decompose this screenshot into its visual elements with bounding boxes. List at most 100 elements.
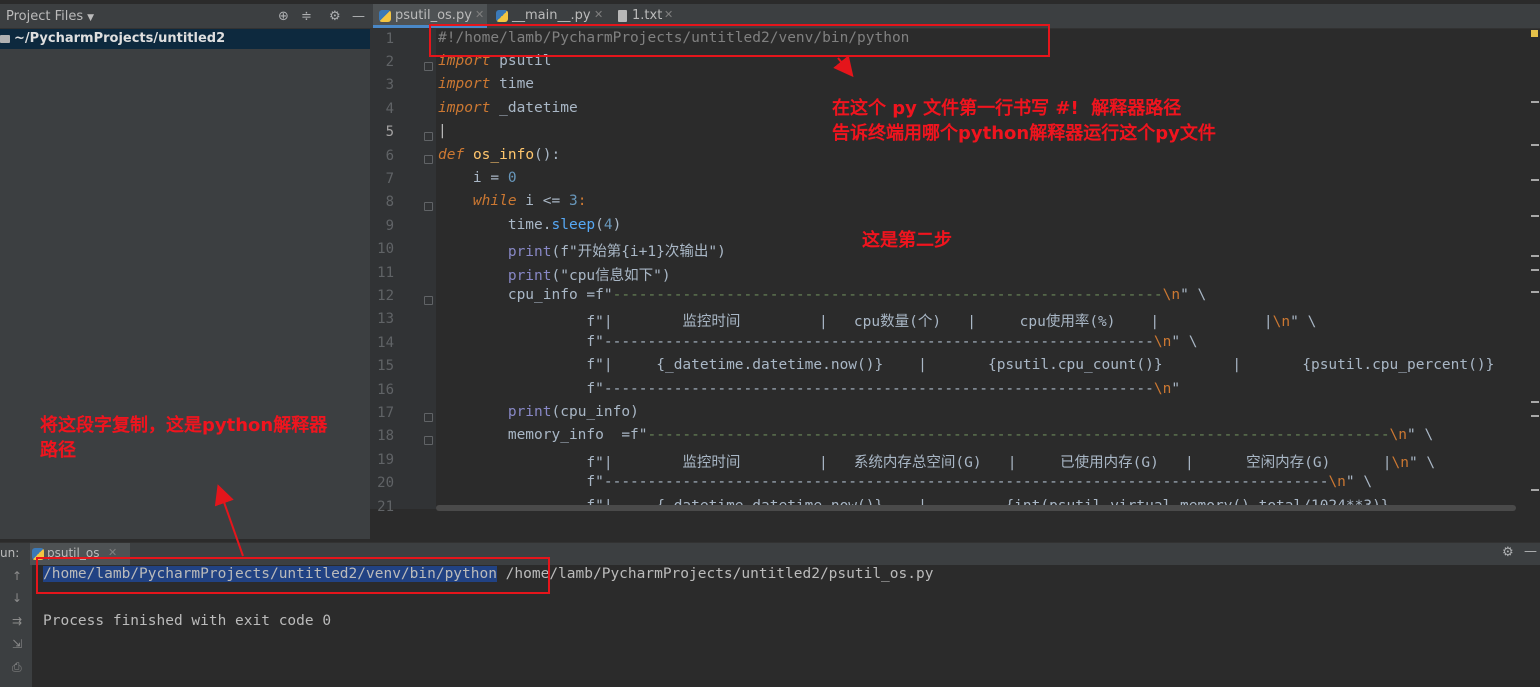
print-icon[interactable]: ⎙ bbox=[12, 660, 22, 675]
code-text: time bbox=[490, 76, 535, 92]
stripe-mark[interactable] bbox=[1531, 101, 1539, 103]
line-number: 7 bbox=[385, 171, 394, 187]
code-line-17: print(cpu_info) bbox=[438, 404, 639, 420]
code-text: f"| {_datetime.datetime.now()} | {psutil… bbox=[438, 357, 1495, 373]
gear-icon[interactable]: ⚙ bbox=[1502, 545, 1514, 560]
tab-label: __main__.py bbox=[512, 8, 591, 23]
builtin-name: print bbox=[507, 404, 552, 420]
annotation-note-2: 这是第二步 bbox=[862, 230, 952, 251]
console-exit-message: Process finished with exit code 0 bbox=[43, 613, 332, 629]
annotation-note-3: 将这段字复制，这是python解释器 路径 bbox=[40, 413, 327, 463]
close-icon[interactable]: ✕ bbox=[475, 8, 484, 21]
fold-marker-icon[interactable] bbox=[424, 296, 433, 305]
line-number: 13 bbox=[377, 311, 394, 327]
code-text: f"| 监控时间 | cpu数量(个) | cpu使用率(%) | | bbox=[438, 314, 1273, 330]
number-literal: 3 bbox=[568, 193, 578, 209]
code-text: f"--------------------------------------… bbox=[438, 381, 1154, 397]
arrow-up-icon[interactable]: ↑ bbox=[12, 569, 22, 583]
code-text: " \ bbox=[1345, 474, 1373, 490]
line-number: 18 bbox=[377, 428, 394, 444]
line-number: 19 bbox=[377, 452, 394, 468]
stripe-mark[interactable] bbox=[1531, 215, 1539, 217]
chevron-down-icon: ▼ bbox=[87, 13, 95, 23]
builtin-name: print bbox=[507, 268, 552, 284]
project-root-node[interactable]: ~/PycharmProjects/untitled2 bbox=[0, 29, 370, 49]
code-line-14: f"--------------------------------------… bbox=[438, 334, 1197, 350]
string-literal: ----------------------------------------… bbox=[612, 287, 1163, 303]
fold-marker-icon[interactable] bbox=[424, 413, 433, 422]
line-number: 6 bbox=[385, 148, 394, 164]
line-number: 3 bbox=[385, 77, 394, 93]
line-number-gutter[interactable]: 1 2 3 4 5 6 7 8 9 10 11 12 13 14 15 16 1… bbox=[370, 29, 436, 515]
stripe-mark[interactable] bbox=[1531, 179, 1539, 181]
collapse-icon[interactable]: ≑ bbox=[301, 9, 312, 24]
fold-marker-icon[interactable] bbox=[424, 202, 433, 211]
code-line-10: print(f"开始第{i+1}次输出") bbox=[438, 240, 726, 261]
arrow-down-icon[interactable]: ↓ bbox=[12, 591, 22, 605]
hide-panel-icon[interactable]: — bbox=[1524, 544, 1537, 559]
text-caret: | bbox=[438, 123, 447, 139]
locate-icon[interactable]: ⊕ bbox=[278, 9, 289, 24]
code-line-12: cpu_info =f"----------------------------… bbox=[438, 287, 1206, 303]
code-text: " bbox=[1171, 381, 1181, 397]
keyword: import bbox=[438, 76, 491, 92]
line-number: 11 bbox=[377, 265, 394, 281]
line-number: 21 bbox=[377, 499, 394, 515]
code-line-3: import time bbox=[438, 76, 534, 92]
hide-panel-icon[interactable]: — bbox=[352, 9, 365, 24]
code-line-11: print("cpu信息如下") bbox=[438, 264, 671, 285]
number-literal: 4 bbox=[603, 217, 613, 233]
soft-wrap-icon[interactable]: ⇉ bbox=[12, 614, 22, 628]
fold-marker-icon[interactable] bbox=[424, 132, 433, 141]
stripe-mark[interactable] bbox=[1531, 269, 1539, 271]
python-file-icon bbox=[379, 10, 391, 22]
line-number: 12 bbox=[377, 288, 394, 304]
stripe-mark[interactable] bbox=[1531, 415, 1539, 417]
fold-marker-icon[interactable] bbox=[424, 62, 433, 71]
code-text: memory_info =f" bbox=[438, 427, 648, 443]
horizontal-scrollbar[interactable] bbox=[436, 505, 1516, 511]
line-number: 15 bbox=[377, 358, 394, 374]
code-text: i = bbox=[438, 170, 508, 186]
code-line-4: import _datetime bbox=[438, 100, 578, 116]
inspection-status-icon[interactable] bbox=[1531, 30, 1538, 37]
tab-label: psutil_os.py bbox=[395, 8, 472, 23]
text-file-icon bbox=[618, 10, 627, 22]
run-toolbar: ↑ ↓ ⇉ ⇲ ⎙ bbox=[0, 565, 32, 687]
project-panel-header: Project Files ▼ ⊕ ≑ ⚙ — bbox=[0, 4, 370, 29]
function-name: os_info bbox=[472, 147, 535, 163]
tab-label: 1.txt bbox=[632, 8, 663, 23]
close-icon[interactable]: ✕ bbox=[664, 8, 673, 21]
scrollbar-thumb[interactable] bbox=[436, 505, 1516, 511]
gear-icon[interactable]: ⚙ bbox=[329, 9, 341, 24]
stripe-mark[interactable] bbox=[1531, 144, 1539, 146]
stripe-mark[interactable] bbox=[1531, 291, 1539, 293]
python-file-icon bbox=[496, 10, 508, 22]
scroll-to-end-icon[interactable]: ⇲ bbox=[12, 637, 22, 651]
code-line-16: f"--------------------------------------… bbox=[438, 381, 1180, 397]
code-text: f"| 监控时间 | 系统内存总空间(G) | 已使用内存(G) | 空闲内存(… bbox=[438, 455, 1392, 471]
line-number: 4 bbox=[385, 101, 394, 117]
escape-sequence: \n bbox=[1153, 381, 1172, 397]
escape-sequence: \n bbox=[1162, 287, 1181, 303]
project-view-selector[interactable]: Project Files ▼ bbox=[6, 9, 94, 24]
annotation-text: 将这段字复制，这是python解释器 bbox=[40, 415, 328, 436]
fold-marker-icon[interactable] bbox=[424, 155, 433, 164]
stripe-mark[interactable] bbox=[1531, 401, 1539, 403]
annotation-text: 路径 bbox=[40, 440, 76, 461]
code-line-6: def os_info(): bbox=[438, 147, 560, 163]
code-line-8: while i <= 3: bbox=[438, 193, 587, 209]
line-number: 14 bbox=[377, 335, 394, 351]
code-line-13: f"| 监控时间 | cpu数量(个) | cpu使用率(%) | |\n" \ bbox=[438, 310, 1316, 331]
code-text: " \ bbox=[1180, 287, 1207, 303]
error-stripe[interactable] bbox=[1530, 29, 1540, 509]
stripe-mark[interactable] bbox=[1531, 255, 1539, 257]
stripe-mark[interactable] bbox=[1531, 489, 1539, 491]
annotation-text: 在这个 py 文件第一行书写 #! 解释器路径 bbox=[832, 98, 1182, 119]
close-icon[interactable]: ✕ bbox=[594, 8, 603, 21]
fold-marker-icon[interactable] bbox=[424, 436, 433, 445]
project-root-label: ~/PycharmProjects/untitled2 bbox=[14, 31, 226, 46]
script-path: /home/lamb/PycharmProjects/untitled2/psu… bbox=[496, 566, 934, 582]
number-literal: 0 bbox=[507, 170, 517, 186]
code-text: _datetime bbox=[490, 100, 578, 116]
